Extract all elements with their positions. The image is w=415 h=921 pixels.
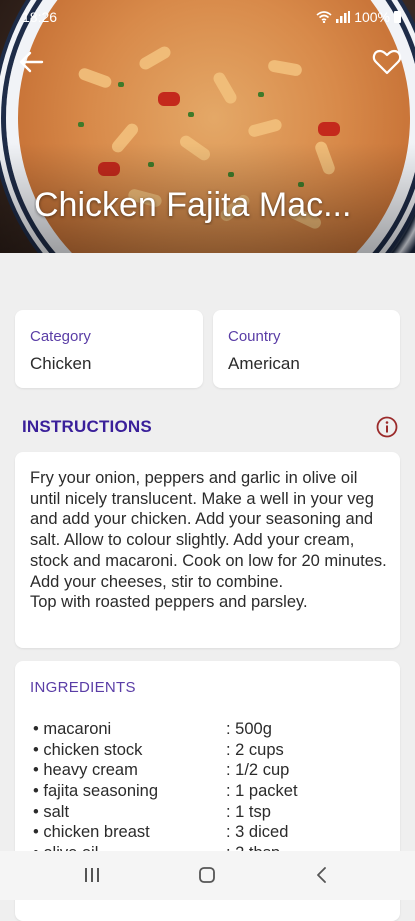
home-icon <box>199 867 215 883</box>
ingredient-name: • chicken stock <box>33 740 143 759</box>
country-label: Country <box>228 328 281 345</box>
battery-icon <box>394 11 401 23</box>
status-bar: 18:26 100% <box>0 0 415 34</box>
instructions-heading: INSTRUCTIONS <box>22 417 152 436</box>
ingredient-quantity: : 1/2 cup <box>226 761 290 780</box>
ingredient-name: • macaroni <box>33 720 112 738</box>
signal-icon <box>336 11 351 23</box>
ingredients-heading: INGREDIENTS <box>30 679 136 696</box>
ingredient-row: • chicken stock : 2 cups <box>33 741 383 762</box>
country-value: American <box>228 354 300 373</box>
nav-back-icon <box>317 867 326 883</box>
ingredient-row: • heavy cream : 1/2 cup <box>33 761 383 782</box>
ingredient-row: • macaroni : 500g <box>33 720 383 741</box>
system-navigation-bar <box>0 851 415 900</box>
recents-button[interactable] <box>84 868 100 882</box>
country-card: Country American <box>213 310 400 388</box>
category-label: Category <box>30 328 91 345</box>
ingredient-name: • salt <box>33 802 70 821</box>
ingredients-list: • macaroni : 500g • chicken stock : 2 cu… <box>33 720 383 865</box>
ingredient-row: • chicken breast : 3 diced <box>33 823 383 844</box>
heart-outline-icon <box>372 49 402 75</box>
ingredient-name: • fajita seasoning <box>33 782 159 801</box>
ingredient-quantity: : 2 cups <box>226 740 284 759</box>
ingredient-row: • fajita seasoning : 1 packet <box>33 782 383 803</box>
ingredient-quantity: : 500g <box>226 720 272 738</box>
info-icon <box>376 416 398 438</box>
ingredient-name: • chicken breast <box>33 823 150 842</box>
favorite-button[interactable] <box>371 46 403 78</box>
ingredient-name: • heavy cream <box>33 761 138 780</box>
back-button[interactable] <box>16 48 46 76</box>
back-arrow-icon <box>19 51 44 73</box>
ingredient-row: • salt : 1 tsp <box>33 803 383 824</box>
ingredient-quantity: : 1 tsp <box>226 802 271 821</box>
ingredient-quantity: : 1 packet <box>226 782 298 801</box>
category-value: Chicken <box>30 354 92 373</box>
home-button[interactable] <box>199 867 215 883</box>
instructions-card: Fry your onion, peppers and garlic in ol… <box>15 452 400 648</box>
battery-percent: 100% <box>354 9 390 25</box>
instructions-text: Fry your onion, peppers and garlic in ol… <box>30 469 387 612</box>
wifi-icon <box>316 11 332 23</box>
recents-icon <box>85 868 99 882</box>
recipe-title: Chicken Fajita Mac... <box>34 186 352 224</box>
category-card: Category Chicken <box>15 310 203 388</box>
status-indicators: 100% <box>316 9 401 25</box>
info-button[interactable] <box>376 416 398 438</box>
ingredient-quantity: : 3 diced <box>226 823 289 842</box>
status-time: 18:26 <box>22 9 58 25</box>
system-back-button[interactable] <box>316 867 328 883</box>
